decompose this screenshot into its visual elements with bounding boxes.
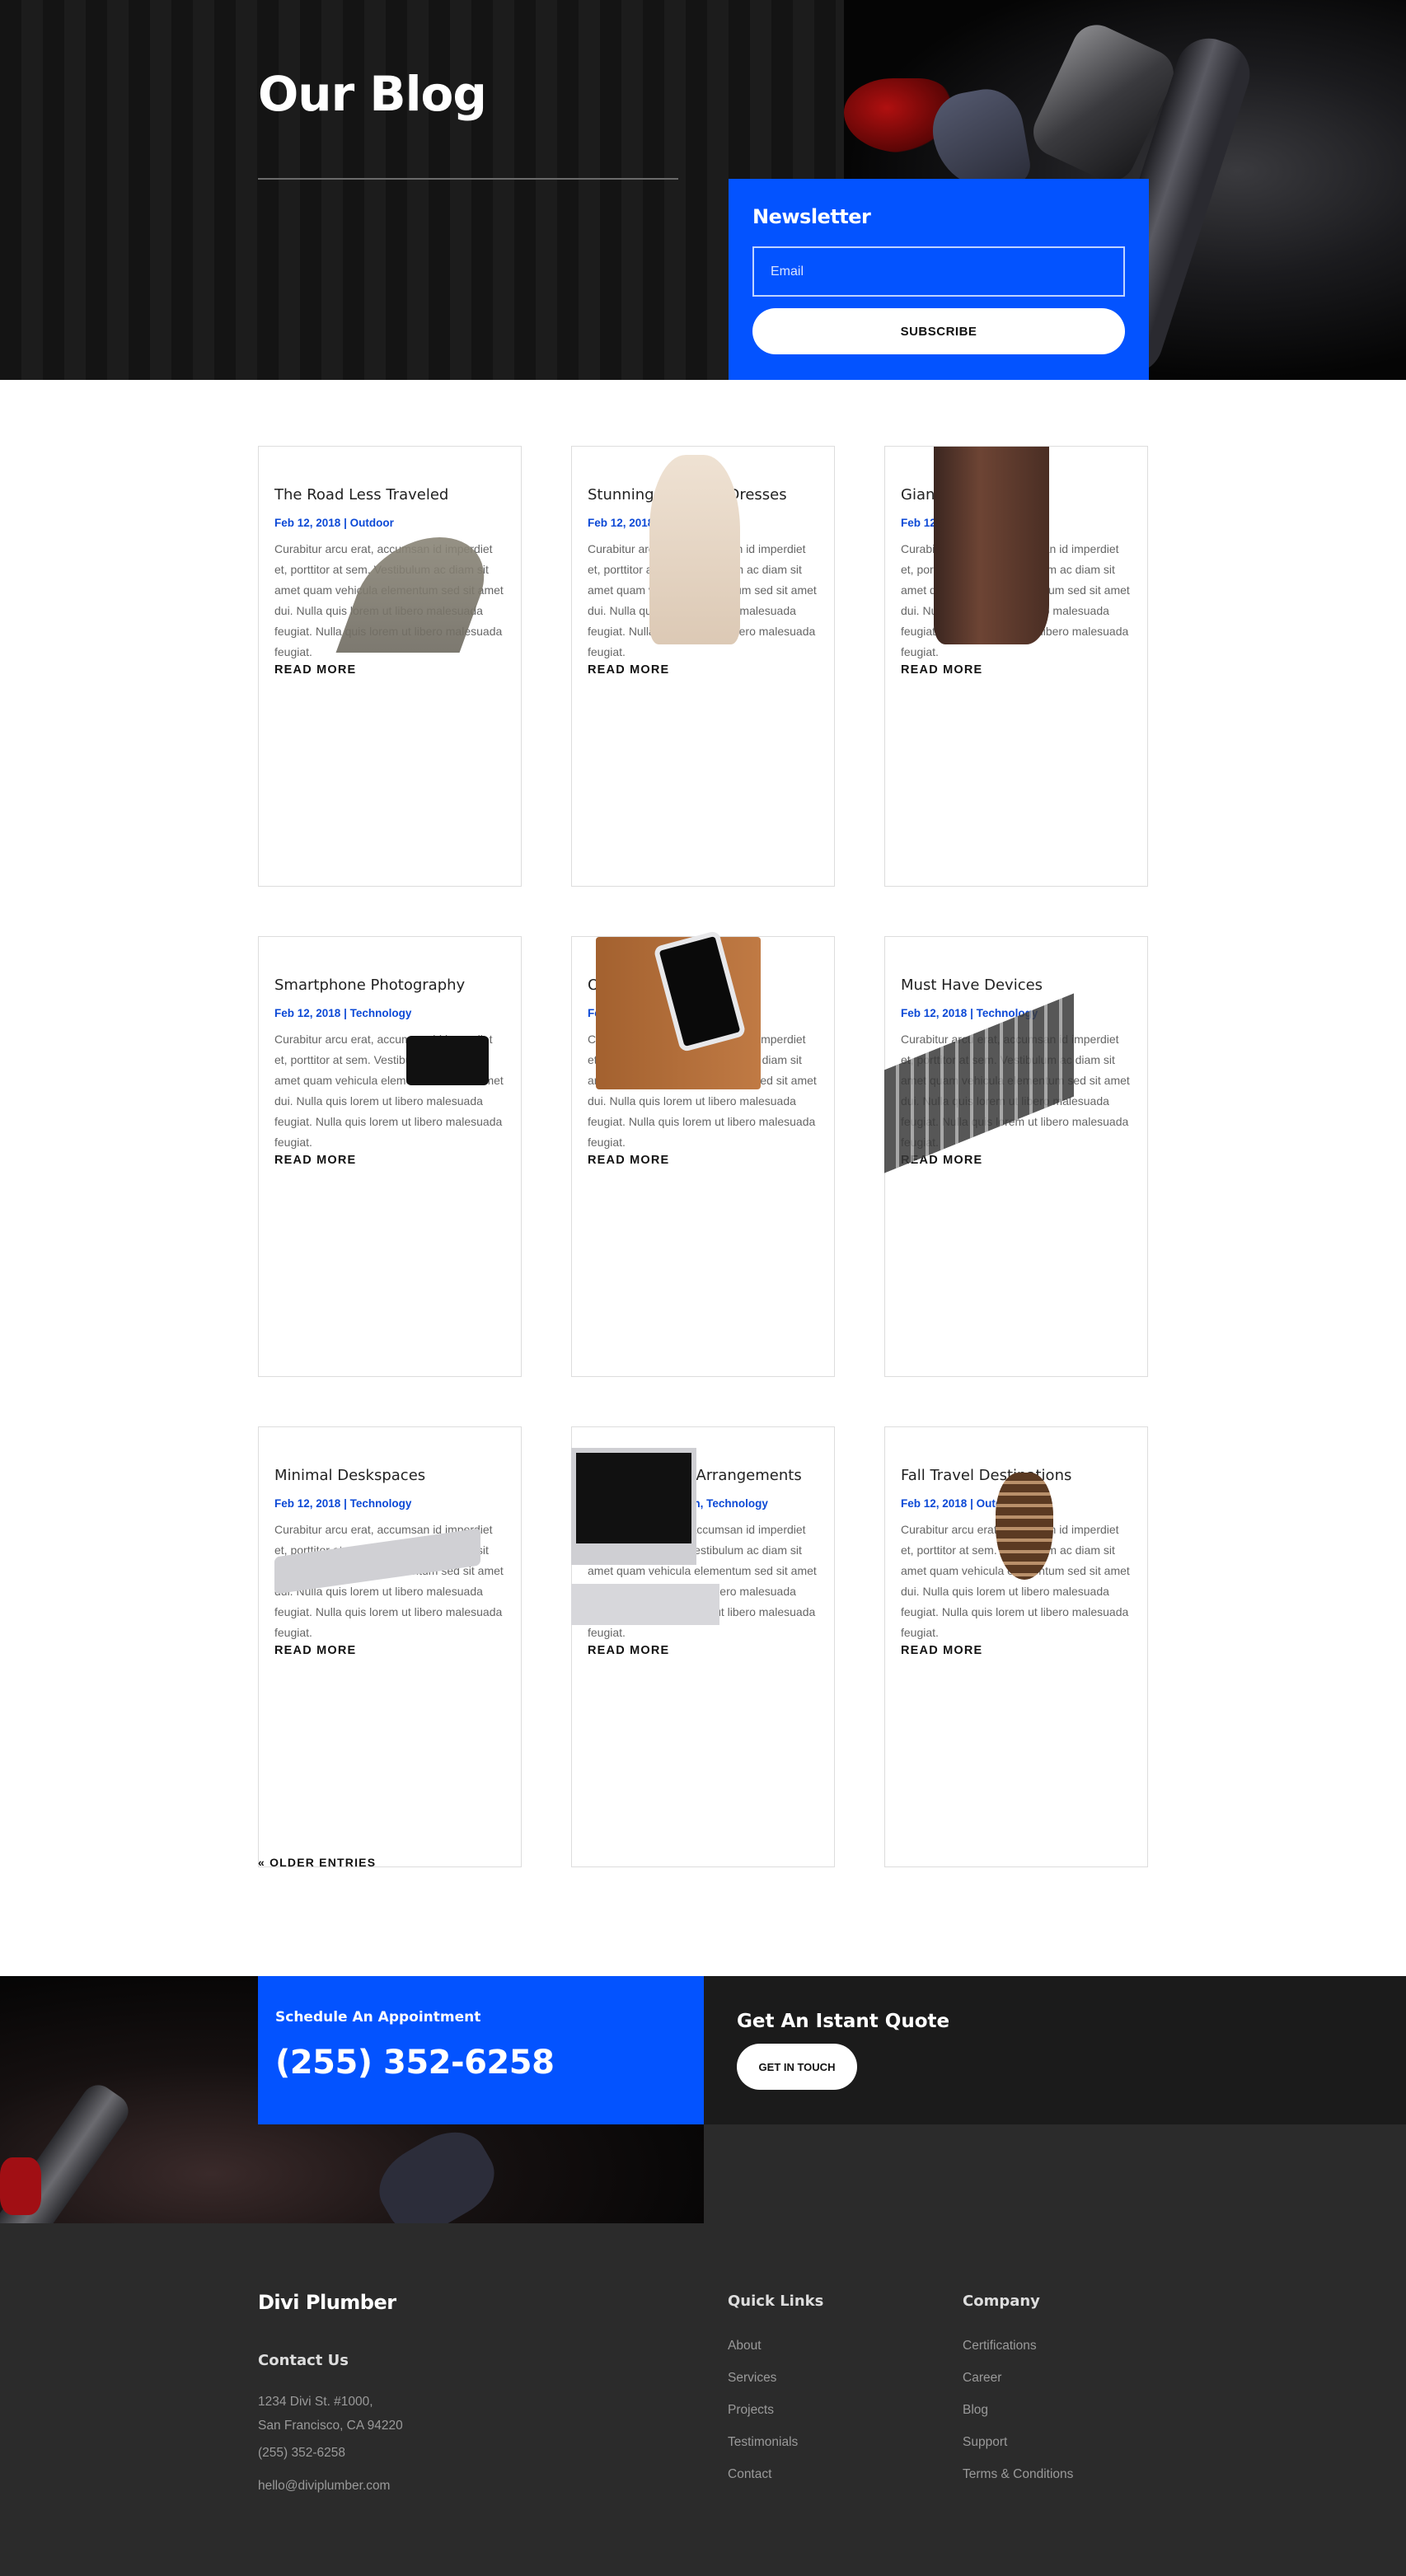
post-category-link[interactable]: Technology	[350, 1007, 412, 1019]
page-title: Our Blog	[258, 66, 487, 122]
read-more-link[interactable]: READ MORE	[588, 1154, 669, 1167]
blog-post-card: Stunning Wedding Dresses Feb 12, 2018 | …	[571, 446, 835, 887]
photo-shape	[0, 2157, 41, 2215]
address-line: 1234 Divi St. #1000,	[258, 2395, 373, 2409]
meta-separator: |	[340, 517, 350, 529]
company-heading: Company	[963, 2293, 1040, 2310]
meta-separator: |	[967, 1497, 977, 1510]
post-category-link[interactable]: Outdoor	[350, 517, 394, 529]
cta-band: Schedule An Appointment (255) 352-6258 G…	[0, 1976, 1406, 2223]
meta-separator: |	[967, 1007, 977, 1019]
blog-post-card: The Road Less Traveled Feb 12, 2018 | Ou…	[258, 446, 522, 887]
footer-link-terms[interactable]: Terms & Conditions	[963, 2458, 1073, 2490]
subscribe-button[interactable]: SUBSCRIBE	[752, 308, 1125, 354]
schedule-panel: Schedule An Appointment (255) 352-6258	[258, 1976, 704, 2124]
older-entries-link[interactable]: « OLDER ENTRIES	[258, 1856, 376, 1869]
read-more-link[interactable]: READ MORE	[274, 1644, 356, 1657]
post-date: Feb 12, 2018	[274, 1497, 341, 1510]
blog-post-card: Minimal Deskspaces Feb 12, 2018 | Techno…	[258, 1426, 522, 1867]
read-more-link[interactable]: READ MORE	[274, 1154, 356, 1167]
blog-post-card: Must Have Devices Feb 12, 2018 | Technol…	[884, 936, 1148, 1377]
quote-panel: Get An Istant Quote GET IN TOUCH	[704, 1976, 1406, 2124]
read-more-link[interactable]: READ MORE	[588, 663, 669, 677]
get-in-touch-button[interactable]: GET IN TOUCH	[737, 2044, 857, 2090]
meta-separator: |	[340, 1007, 350, 1019]
footer-link-blog[interactable]: Blog	[963, 2394, 1073, 2426]
title-divider	[258, 178, 678, 180]
blog-post-card: On The Go Feb 12, 2018 | Technology Cura…	[571, 936, 835, 1377]
post-date: Feb 12, 2018	[274, 1007, 341, 1019]
newsletter-heading: Newsletter	[752, 205, 871, 228]
cta-dark-filler	[704, 2124, 1406, 2223]
post-date: Feb 12, 2018	[588, 517, 654, 529]
footer-phone-link[interactable]: (255) 352-6258	[258, 2446, 345, 2461]
footer-link-about[interactable]: About	[728, 2330, 823, 2362]
blog-post-card: Smartphone Photography Feb 12, 2018 | Te…	[258, 936, 522, 1377]
read-more-link[interactable]: READ MORE	[901, 663, 982, 677]
footer: Divi Plumber Contact Us 1234 Divi St. #1…	[0, 2223, 1406, 2576]
quick-links-heading: Quick Links	[728, 2293, 824, 2310]
address-line: San Francisco, CA 94220	[258, 2419, 403, 2433]
email-input[interactable]	[752, 246, 1125, 297]
quick-links-column: Quick Links About Services Projects Test…	[728, 2293, 823, 2490]
post-meta: Feb 12, 2018 | Technology	[274, 1496, 505, 1511]
post-title[interactable]: Smartphone Photography	[274, 977, 505, 995]
footer-link-services[interactable]: Services	[728, 2362, 823, 2394]
footer-link-testimonials[interactable]: Testimonials	[728, 2426, 823, 2458]
post-date: Feb 12, 2018	[274, 517, 341, 529]
hero-section: Our Blog Newsletter SUBSCRIBE	[0, 0, 1406, 380]
blog-post-card: Giant Redwoods Feb 12, 2018 | Outdoor Cu…	[884, 446, 1148, 887]
newsletter-panel: Newsletter SUBSCRIBE	[729, 179, 1149, 380]
footer-link-support[interactable]: Support	[963, 2426, 1073, 2458]
blog-post-card: Modern Office Arrangements Feb 12, 2018 …	[571, 1426, 835, 1867]
post-category-link[interactable]: Technology	[350, 1497, 412, 1510]
footer-link-contact[interactable]: Contact	[728, 2458, 823, 2490]
read-more-link[interactable]: READ MORE	[274, 663, 356, 677]
post-grid: The Road Less Traveled Feb 12, 2018 | Ou…	[258, 446, 1148, 1867]
footer-link-certifications[interactable]: Certifications	[963, 2330, 1073, 2362]
read-more-link[interactable]: READ MORE	[588, 1644, 669, 1657]
footer-link-career[interactable]: Career	[963, 2362, 1073, 2394]
footer-address: 1234 Divi St. #1000, San Francisco, CA 9…	[258, 2390, 403, 2438]
contact-heading: Contact Us	[258, 2352, 349, 2369]
blog-posts-section: The Road Less Traveled Feb 12, 2018 | Ou…	[258, 446, 1148, 1869]
post-date: Feb 12, 2018	[901, 1497, 968, 1510]
post-meta: Feb 12, 2018 | Technology	[274, 1006, 505, 1021]
post-title[interactable]: Minimal Deskspaces	[274, 1467, 505, 1485]
blog-post-card: Fall Travel Destinations Feb 12, 2018 | …	[884, 1426, 1148, 1867]
post-date: Feb 12, 2018	[901, 1007, 968, 1019]
post-title[interactable]: The Road Less Traveled	[274, 486, 505, 504]
footer-brand: Divi Plumber	[258, 2291, 396, 2314]
schedule-label: Schedule An Appointment	[275, 2009, 481, 2026]
post-meta: Feb 12, 2018 | Outdoor	[274, 516, 505, 531]
meta-separator: |	[340, 1497, 350, 1510]
photo-shape	[366, 2117, 508, 2223]
footer-link-projects[interactable]: Projects	[728, 2394, 823, 2426]
company-column: Company Certifications Career Blog Suppo…	[963, 2293, 1073, 2490]
read-more-link[interactable]: READ MORE	[901, 1644, 982, 1657]
cta-phone-link[interactable]: (255) 352-6258	[275, 2044, 687, 2082]
footer-email-link[interactable]: hello@diviplumber.com	[258, 2479, 390, 2494]
quote-heading: Get An Istant Quote	[737, 2011, 950, 2032]
post-title[interactable]: Must Have Devices	[901, 977, 1132, 995]
